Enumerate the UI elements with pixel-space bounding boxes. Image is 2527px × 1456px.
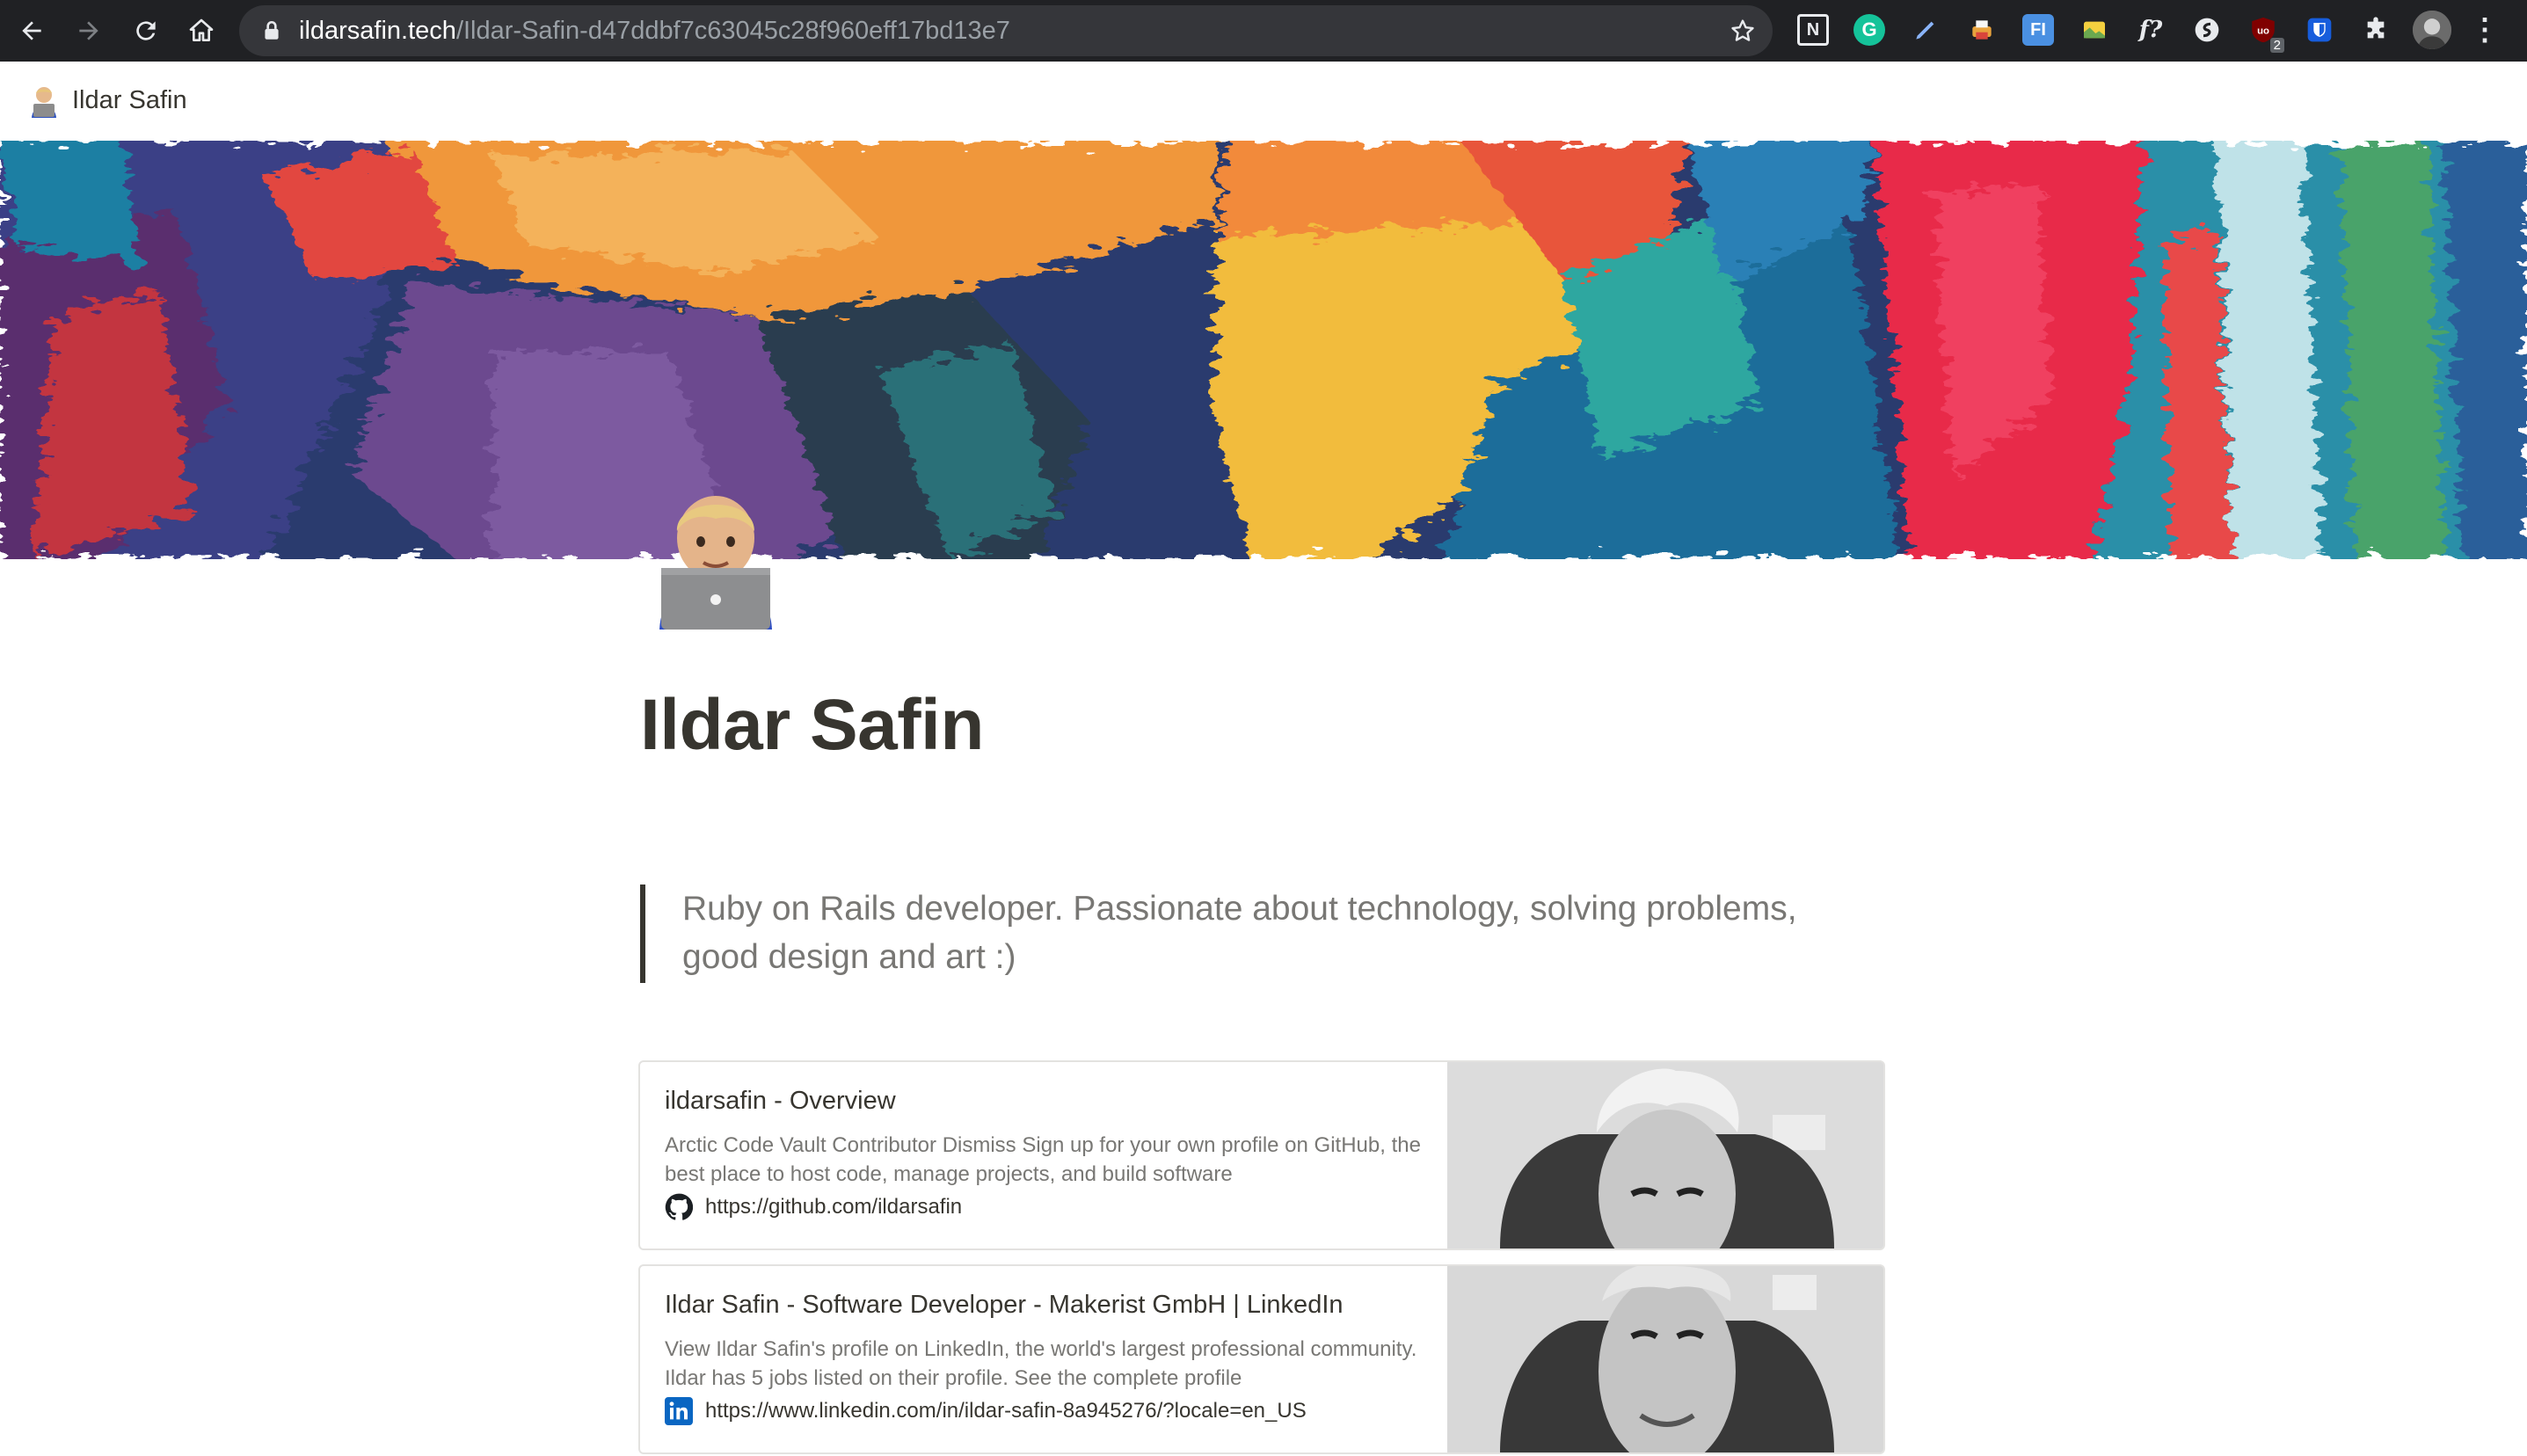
note-extension-icon[interactable] (2079, 14, 2110, 46)
quote-text: Ruby on Rails developer. Passionate abou… (682, 890, 1797, 976)
bitwarden-extension-icon[interactable] (2304, 14, 2335, 46)
technologist-emoji-icon (651, 492, 781, 630)
ublock-extension-icon[interactable]: uo 2 (2247, 14, 2284, 53)
printer-extension-icon[interactable] (1966, 14, 1998, 46)
github-icon (665, 1193, 693, 1220)
browser-toolbar: ildarsafin.tech/Ildar-Safin-d47ddbf7c630… (0, 0, 2527, 62)
breadcrumb[interactable]: Ildar Safin (72, 86, 187, 115)
ublock-badge: 2 (2269, 38, 2284, 53)
bookmark-title: Ildar Safin - Software Developer - Maker… (665, 1291, 1344, 1319)
formula-extension-icon[interactable]: f? (2135, 14, 2167, 46)
bookmark-star-icon[interactable] (1729, 17, 1757, 45)
bookmark-thumbnail (1447, 1062, 1883, 1249)
bookmark-description: View Ildar Safin's profile on LinkedIn, … (665, 1337, 1417, 1390)
bookmark-title: ildarsafin - Overview (665, 1087, 896, 1115)
bookmark-description: Arctic Code Vault Contributor Dismiss Si… (665, 1133, 1421, 1186)
address-bar[interactable]: ildarsafin.tech/Ildar-Safin-d47ddbf7c630… (239, 5, 1773, 56)
puzzle-extensions-icon[interactable] (2360, 14, 2392, 46)
s-extension-icon[interactable] (2191, 14, 2223, 46)
quote-block: Ruby on Rails developer. Passionate abou… (640, 885, 1885, 983)
bookmark-url: https://www.linkedin.com/in/ildar-safin-… (705, 1399, 1307, 1423)
lock-icon[interactable] (260, 19, 283, 42)
grammarly-extension-icon[interactable]: G (1853, 14, 1885, 46)
bookmark-link[interactable]: https://github.com/ildarsafin (665, 1192, 962, 1222)
technologist-emoji-icon (26, 84, 62, 120)
fi-extension-icon[interactable]: FI (2022, 14, 2054, 46)
linkedin-icon (665, 1397, 693, 1425)
bookmark-card-github[interactable]: ildarsafin - Overview Arctic Code Vault … (638, 1060, 1885, 1250)
url-text: ildarsafin.tech/Ildar-Safin-d47ddbf7c630… (299, 17, 1010, 45)
svg-text:uo: uo (2257, 25, 2269, 36)
reload-icon[interactable] (123, 8, 169, 54)
cover-image (0, 141, 2527, 559)
notion-extension-icon[interactable]: N (1797, 14, 1829, 46)
back-arrow-icon[interactable] (9, 8, 55, 54)
page-title: Ildar Safin (640, 685, 984, 765)
notion-topbar: Ildar Safin (0, 62, 2527, 141)
bookmark-url: https://github.com/ildarsafin (705, 1195, 963, 1219)
forward-arrow-icon[interactable] (66, 8, 112, 54)
profile-avatar-icon[interactable] (2413, 11, 2451, 49)
bookmark-link[interactable]: https://www.linkedin.com/in/ildar-safin-… (665, 1396, 1307, 1426)
home-icon[interactable] (178, 8, 224, 54)
pen-extension-icon[interactable] (1910, 14, 1941, 46)
kebab-menu-icon[interactable]: ⋮ (2470, 13, 2500, 47)
bookmark-thumbnail (1447, 1266, 1883, 1452)
bookmark-card-linkedin[interactable]: Ildar Safin - Software Developer - Maker… (638, 1264, 1885, 1454)
